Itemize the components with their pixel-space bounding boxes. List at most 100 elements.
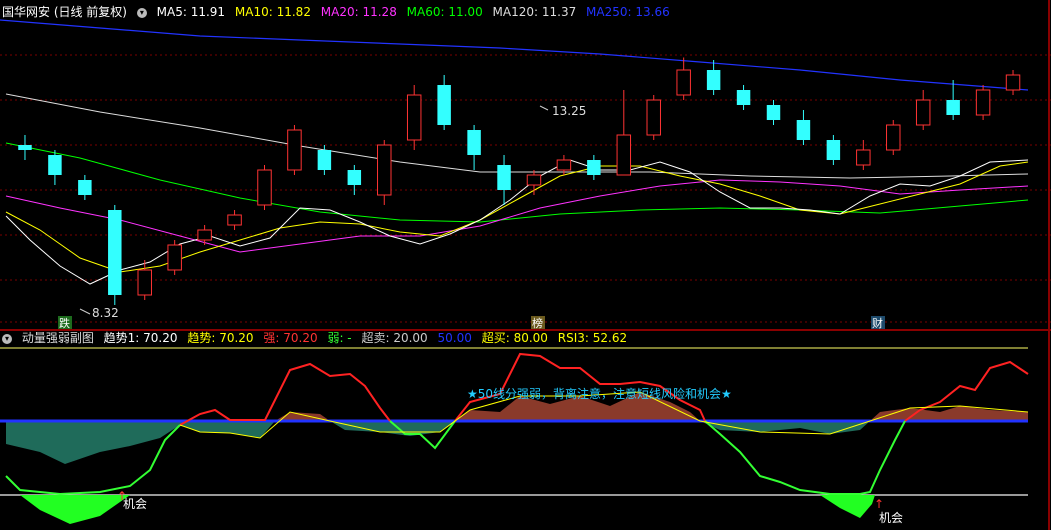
chevron-down-icon[interactable]: ▾ [136,7,147,18]
candle-body [1005,74,1021,91]
candle-body [886,124,901,151]
candle [137,260,152,300]
candle-body [646,99,661,136]
ma5-label: MA5: 11.91 [156,5,226,19]
ma120-line [5,93,1029,179]
candle [108,205,122,305]
candle-body [137,269,152,296]
ma120-label: MA120: 11.37 [492,5,577,19]
candle-body [497,165,511,190]
candle-body [18,145,32,150]
candle [526,170,542,195]
candle [766,100,781,125]
candle [796,110,811,145]
svg-text:机会: 机会 [879,511,903,525]
svg-text:榜: 榜 [532,316,543,330]
oversold-label: 超卖: 20.00 [361,331,428,345]
candle [886,120,901,155]
candle-body [377,144,392,196]
candle [406,85,422,150]
weak-area-fill [6,421,275,464]
strong-label: 强: 70.20 [263,331,318,345]
candle-body [167,244,182,271]
ma250-label: MA250: 13.66 [586,5,670,19]
svg-text:↑: ↑ [874,497,884,511]
price-panel-header: 国华网安 (日线 前复权) ▾ MA5: 11.91 MA10: 11.82 M… [2,3,676,21]
svg-text:跌: 跌 [59,316,70,330]
chevron-down-icon[interactable]: ▾ [2,333,12,344]
candle [287,125,302,175]
event-marker-2[interactable]: 榜 [531,316,545,330]
ma60-label: MA60: 11.00 [406,5,483,19]
candle-body [317,150,332,170]
candle [706,60,721,95]
ma20-label: MA20: 11.28 [320,5,397,19]
signal-opportunity-2[interactable]: ↑ 机会 [874,497,903,525]
candle [227,210,242,230]
candle [347,165,362,195]
candle-body [946,100,960,115]
candle-body [108,210,122,295]
candle-body [587,160,601,175]
event-marker-1[interactable]: 跌 [58,316,72,330]
candle-body [706,70,721,90]
candle [197,225,212,245]
oscillator-annotation: ★50线分强弱，背离注意，注意短线风险和机会★ [467,386,732,401]
candle-body [347,170,362,185]
signal-opportunity-1[interactable]: ↑ 机会 [117,489,147,511]
candle-body [78,180,92,195]
oscillator-panel-header: ▾ 动量强弱副图 趋势1: 70.20 趋势: 70.20 强: 70.20 弱… [2,329,633,347]
candle-body [975,89,991,116]
candlestick-series [18,57,1021,305]
candle [676,57,691,100]
candle [257,165,272,210]
candle-body [227,214,242,226]
ma60-line [5,142,1029,223]
weak-area-fill-2 [700,421,870,434]
candle-body [556,159,572,171]
candle-body [915,99,931,126]
candle-body [197,229,212,241]
candle-body [406,94,422,141]
price-grid [0,54,1051,323]
candle [646,95,661,140]
candle [167,240,182,275]
stock-chart[interactable]: 13.25 8.32 跌 榜 财 ★50线分强弱，背离注意，注意短线风险和机会★ [0,0,1051,530]
candle-body [676,69,691,96]
candle [946,80,960,120]
candle-body [616,134,632,176]
candle [437,75,451,130]
candle [587,155,601,180]
candle-body [856,149,871,166]
event-marker-3[interactable]: 财 [871,316,885,330]
overbought-label: 超买: 80.00 [481,331,548,345]
midline-label: 50.00 [437,331,472,345]
weak-line-3 [704,420,906,495]
ma10-label: MA10: 11.82 [234,5,311,19]
ma5-line [5,159,1029,285]
price-high-marker: 13.25 [539,104,586,118]
candle [48,150,62,185]
svg-text:财: 财 [872,316,883,330]
candle-body [48,155,62,175]
candle-body [437,85,451,125]
candle [616,90,632,176]
ma250-line [0,19,1029,91]
candle-body [287,129,302,171]
candle [736,85,751,110]
candle-body [467,130,481,155]
oscillator-title[interactable]: 动量强弱副图 [22,331,94,345]
candle [467,125,481,170]
rsi3-label: RSI3: 52.62 [557,331,628,345]
price-low-label: 8.32 [92,306,119,320]
candle-body [766,105,781,120]
trend1-label: 趋势1: 70.20 [103,331,178,345]
candle [975,85,991,120]
candle [377,140,392,205]
stock-title[interactable]: 国华网安 (日线 前复权) [2,5,127,19]
candle [78,175,92,200]
candle [18,135,32,160]
svg-text:机会: 机会 [123,497,147,511]
ma20-line [5,179,1029,253]
candle [497,155,511,205]
